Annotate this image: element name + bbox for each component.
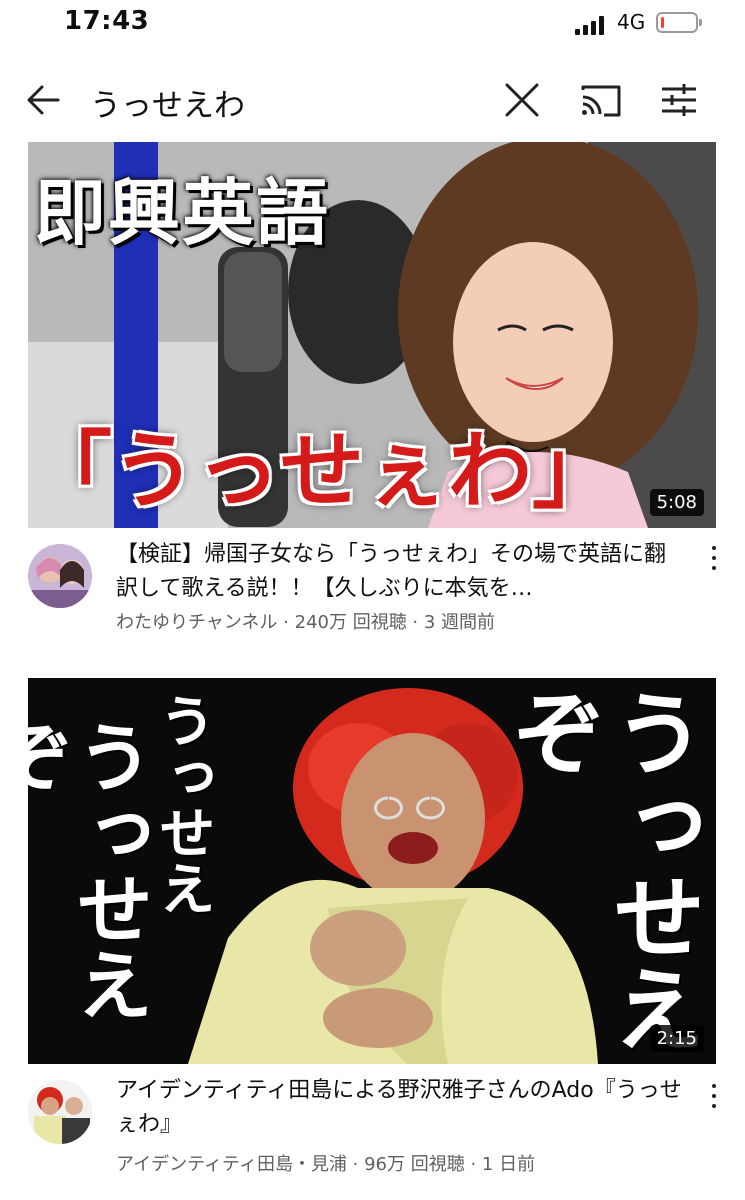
close-icon	[505, 83, 539, 117]
video-thumbnail[interactable]: 即興英語 「うっせぇわ」 5:08	[28, 142, 716, 528]
thumbnail-text-left-outer: うっせえぞ	[28, 718, 153, 1022]
more-vertical-icon	[712, 546, 716, 550]
status-bar: 17:43 4G	[0, 0, 745, 48]
battery-icon	[656, 12, 702, 33]
video-meta: わたゆりチャンネル · 240万 回視聴 · 3 週間前	[116, 612, 496, 633]
cast-icon	[581, 85, 621, 117]
avatar-image	[28, 544, 92, 608]
video-duration: 2:15	[649, 1025, 704, 1052]
clear-search-button[interactable]	[500, 78, 544, 122]
video-title[interactable]: アイデンティティ田島による野沢雅子さんのAdo『うっせぇわ』	[116, 1074, 686, 1142]
video-title[interactable]: 【検証】帰国子女なら「うっせぇわ」その場で英語に翻訳して歌える説！！【久しぶりに…	[116, 538, 686, 606]
network-type: 4G	[617, 10, 646, 34]
channel-avatar[interactable]	[28, 544, 92, 608]
filter-sliders-icon	[662, 84, 696, 116]
thumbnail-title-bottom: 「うっせぇわ」	[28, 422, 617, 520]
video-duration: 5:08	[649, 489, 704, 516]
thumbnail-text-left-inner: うっせえ	[150, 692, 216, 916]
more-options-button[interactable]	[704, 544, 724, 574]
thumbnail-text-right: うっせえぞ	[498, 686, 706, 1054]
filter-button[interactable]	[656, 78, 702, 122]
thumbnail-title-top: 即興英語	[34, 171, 331, 255]
search-header: うっせえわ	[0, 64, 745, 136]
arrow-left-icon	[27, 85, 60, 115]
video-thumbnail[interactable]: うっせえぞ うっせえ うっせえぞ 2:15	[28, 678, 716, 1064]
signal-icon	[575, 15, 607, 35]
battery-level	[661, 17, 664, 28]
video-meta: アイデンティティ田島・見浦 · 96万 回視聴 · 1 日前	[116, 1154, 536, 1175]
channel-avatar[interactable]	[28, 1080, 92, 1144]
cast-button[interactable]	[578, 78, 624, 122]
back-button[interactable]	[22, 78, 66, 122]
search-query[interactable]: うっせえわ	[90, 80, 245, 125]
avatar-image	[28, 1080, 92, 1144]
more-vertical-icon	[712, 1084, 716, 1088]
status-time: 17:43	[64, 6, 150, 36]
more-options-button[interactable]	[704, 1082, 724, 1112]
